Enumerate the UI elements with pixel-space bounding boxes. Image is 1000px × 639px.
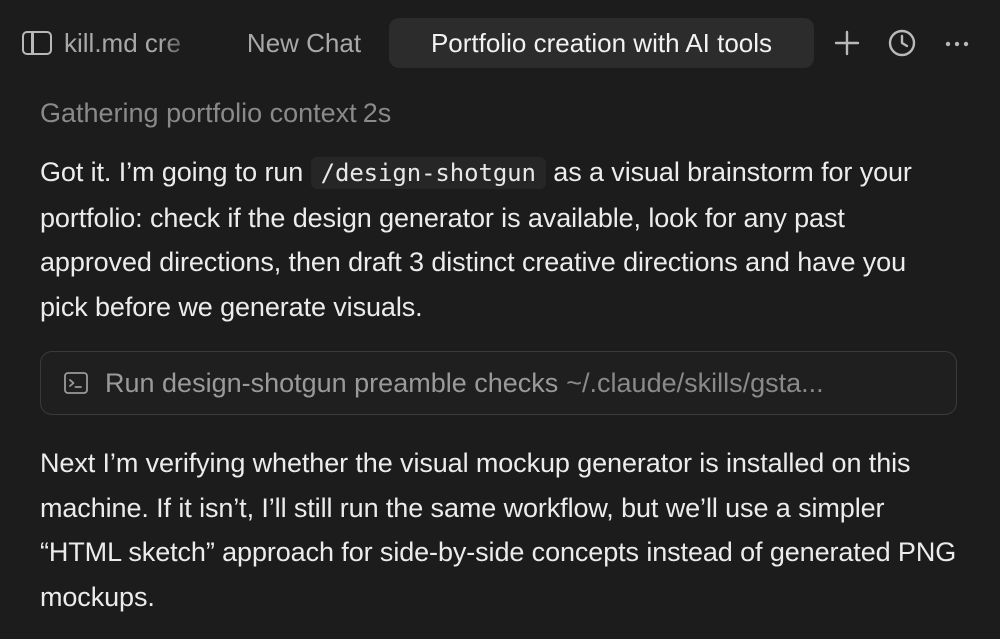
plus-icon[interactable] (830, 26, 864, 60)
inline-code: /design-shotgun (310, 157, 546, 189)
assistant-message: Next I’m verifying whether the visual mo… (40, 441, 960, 619)
terminal-icon (64, 372, 88, 394)
tool-call-card[interactable]: Run design-shotgun preamble checks ~/.cla… (40, 351, 957, 415)
command-path: ~/.claude/skills/gsta... (566, 367, 824, 398)
assistant-message: Got it. I’m going to run /design-shotgun… (40, 150, 960, 329)
status-text: Gathering portfolio context (40, 98, 357, 128)
tool-call-label: Run design-shotgun preamble checks ~/.cla… (105, 368, 824, 399)
message-text: Next I’m verifying whether the visual mo… (40, 448, 957, 612)
tab-label: kill.md cre (64, 28, 182, 58)
tab-bar: kill.md cre New Chat Portfolio creation … (0, 0, 1000, 86)
tab-label: New Chat (246, 28, 362, 58)
message-text: Got it. I’m going to run (40, 157, 311, 187)
clock-icon[interactable] (885, 26, 919, 60)
tab-portfolio-creation[interactable]: Portfolio creation with AI tools (389, 18, 814, 68)
sidebar-toggle-icon[interactable] (22, 31, 52, 55)
ellipsis-icon[interactable] (940, 26, 974, 60)
tab-new-chat[interactable]: New Chat (224, 18, 384, 68)
status-line[interactable]: Gathering portfolio context 2s (40, 90, 960, 136)
chat-window: kill.md cre New Chat Portfolio creation … (0, 0, 1000, 639)
chat-transcript: Gathering portfolio context 2s Got it. I’… (40, 90, 960, 619)
command-label: Run design-shotgun preamble checks (105, 367, 559, 398)
status-duration: 2s (362, 98, 392, 128)
tab-skill-md[interactable]: kill.md cre (56, 18, 204, 68)
tab-label: Portfolio creation with AI tools (430, 28, 773, 58)
